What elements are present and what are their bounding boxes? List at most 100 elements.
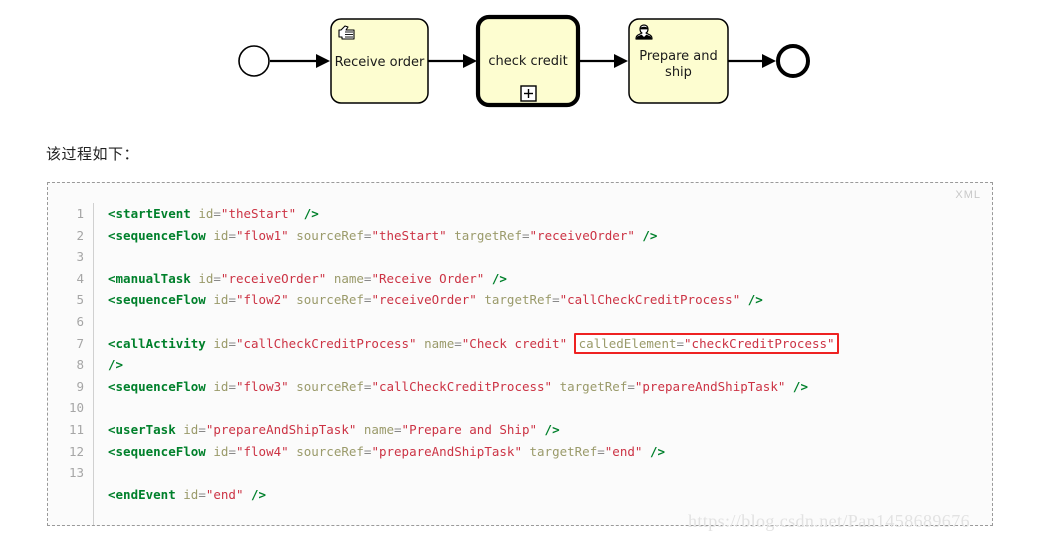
xml-value: "callCheckCreditProcess" [235, 335, 417, 351]
equals: = [627, 378, 635, 394]
line-number: 1 [76, 206, 84, 221]
xml-tag-close: /> [747, 292, 763, 308]
xml-value: "flow1" [235, 227, 289, 243]
xml-attr: sourceRef [296, 443, 364, 459]
code-line: <manualTask id="receiveOrder" name="Rece… [108, 268, 992, 290]
equals: = [521, 227, 530, 243]
task-prepare-and-ship-label-line1: Prepare and [639, 49, 718, 64]
xml-attr: targetRef [454, 227, 522, 243]
xml-attr: id [213, 335, 229, 351]
task-prepare-and-ship: Prepare and ship [628, 18, 729, 104]
xml-value: "Check credit" [461, 335, 568, 351]
xml-value: "prepareAndShipTask" [371, 443, 522, 459]
connector-prepare-and-ship-to-end [728, 54, 776, 68]
xml-value: "checkCreditProcess" [684, 335, 835, 351]
code-line: <sequenceFlow id="flow4" sourceRef="prep… [108, 441, 992, 463]
line-number: 10 [68, 400, 84, 416]
xml-attr: name [424, 335, 455, 351]
xml-attr: id [183, 421, 199, 437]
xml-attr: targetRef [559, 378, 628, 394]
xml-attr: id [213, 292, 229, 308]
code-line: <sequenceFlow id="flow2" sourceRef="rece… [108, 289, 992, 311]
task-check-credit-label: check credit [488, 54, 567, 69]
xml-attr: id [183, 486, 199, 502]
xml-tag: <callActivity [108, 335, 206, 351]
xml-attr: targetRef [529, 443, 598, 459]
equals: = [228, 335, 236, 351]
xml-tag: <endEvent [108, 486, 176, 502]
code-lines[interactable]: <startEvent id="theStart" /> <sequenceFl… [94, 203, 992, 525]
xml-tag: <sequenceFlow [108, 227, 206, 243]
xml-attr: id [213, 227, 229, 243]
plus-marker-icon [520, 85, 537, 102]
task-prepare-and-ship-label-line2: ship [665, 65, 692, 80]
xml-tag: <startEvent [108, 206, 191, 221]
code-body: 1 2 3 4 5 6 7 8 9 10 11 12 13 <startEven… [48, 203, 992, 525]
xml-value: "flow3" [235, 378, 289, 394]
xml-attr: sourceRef [296, 227, 364, 243]
code-line: <sequenceFlow id="flow1" sourceRef="theS… [108, 225, 992, 247]
line-number: 9 [76, 378, 84, 394]
code-line: /> [108, 354, 992, 376]
code-line: <userTask id="prepareAndShipTask" name="… [108, 419, 992, 441]
code-line: <endEvent id="end" /> [108, 484, 992, 506]
xml-value: "flow4" [235, 443, 289, 459]
equals: = [228, 292, 236, 308]
xml-value: "Prepare and Ship" [401, 421, 538, 437]
xml-value: "end" [205, 486, 244, 502]
xml-value: "theStart" [220, 206, 297, 221]
xml-value: "Receive Order" [371, 270, 485, 286]
start-event-node [238, 45, 270, 77]
xml-attr: id [213, 443, 229, 459]
line-number: 8 [76, 357, 84, 373]
equals: = [676, 335, 685, 351]
line-number: 4 [76, 270, 84, 286]
code-line: <callActivity id="callCheckCreditProcess… [108, 332, 992, 355]
bpmn-diagram-canvas: Receive order check credit Prepare and s… [238, 14, 810, 108]
xml-value: "end" [604, 443, 643, 459]
xml-value: "theStart" [371, 227, 447, 243]
line-number [48, 484, 84, 506]
equals: = [213, 206, 221, 221]
code-block: XML 1 2 3 4 5 6 7 8 9 10 11 12 13 <start… [47, 182, 993, 526]
equals: = [454, 335, 462, 351]
equals: = [597, 443, 605, 459]
xml-value: "prepareAndShipTask" [634, 378, 786, 394]
code-line: <startEvent id="theStart" /> [108, 203, 992, 225]
code-language-label: XML [955, 189, 981, 201]
xml-attr: sourceRef [296, 378, 364, 394]
bpmn-diagram: Receive order check credit Prepare and s… [0, 0, 1042, 125]
connector-start-to-receive-order [270, 54, 330, 68]
xml-tag-close: /> [649, 443, 665, 459]
xml-tag: <manualTask [108, 270, 191, 286]
equals: = [198, 486, 206, 502]
line-number: 12 [68, 443, 84, 459]
xml-tag-close: /> [251, 486, 267, 502]
equals: = [552, 292, 560, 308]
xml-attr: name [363, 421, 395, 437]
line-number: 6 [76, 313, 84, 329]
xml-tag-close: /> [303, 206, 319, 221]
called-element-highlight: calledElement="checkCreditProcess" [573, 332, 839, 354]
line-number: 5 [76, 292, 84, 308]
equals: = [198, 421, 206, 437]
task-receive-order: Receive order [330, 18, 429, 104]
line-number: 3 [76, 249, 84, 265]
xml-value: "flow2" [235, 292, 289, 308]
xml-value: "receiveOrder" [529, 227, 635, 243]
xml-tag: <userTask [108, 421, 176, 437]
connector-receive-order-to-check-credit [428, 54, 477, 68]
code-line: <sequenceFlow id="flow3" sourceRef="call… [108, 376, 992, 398]
